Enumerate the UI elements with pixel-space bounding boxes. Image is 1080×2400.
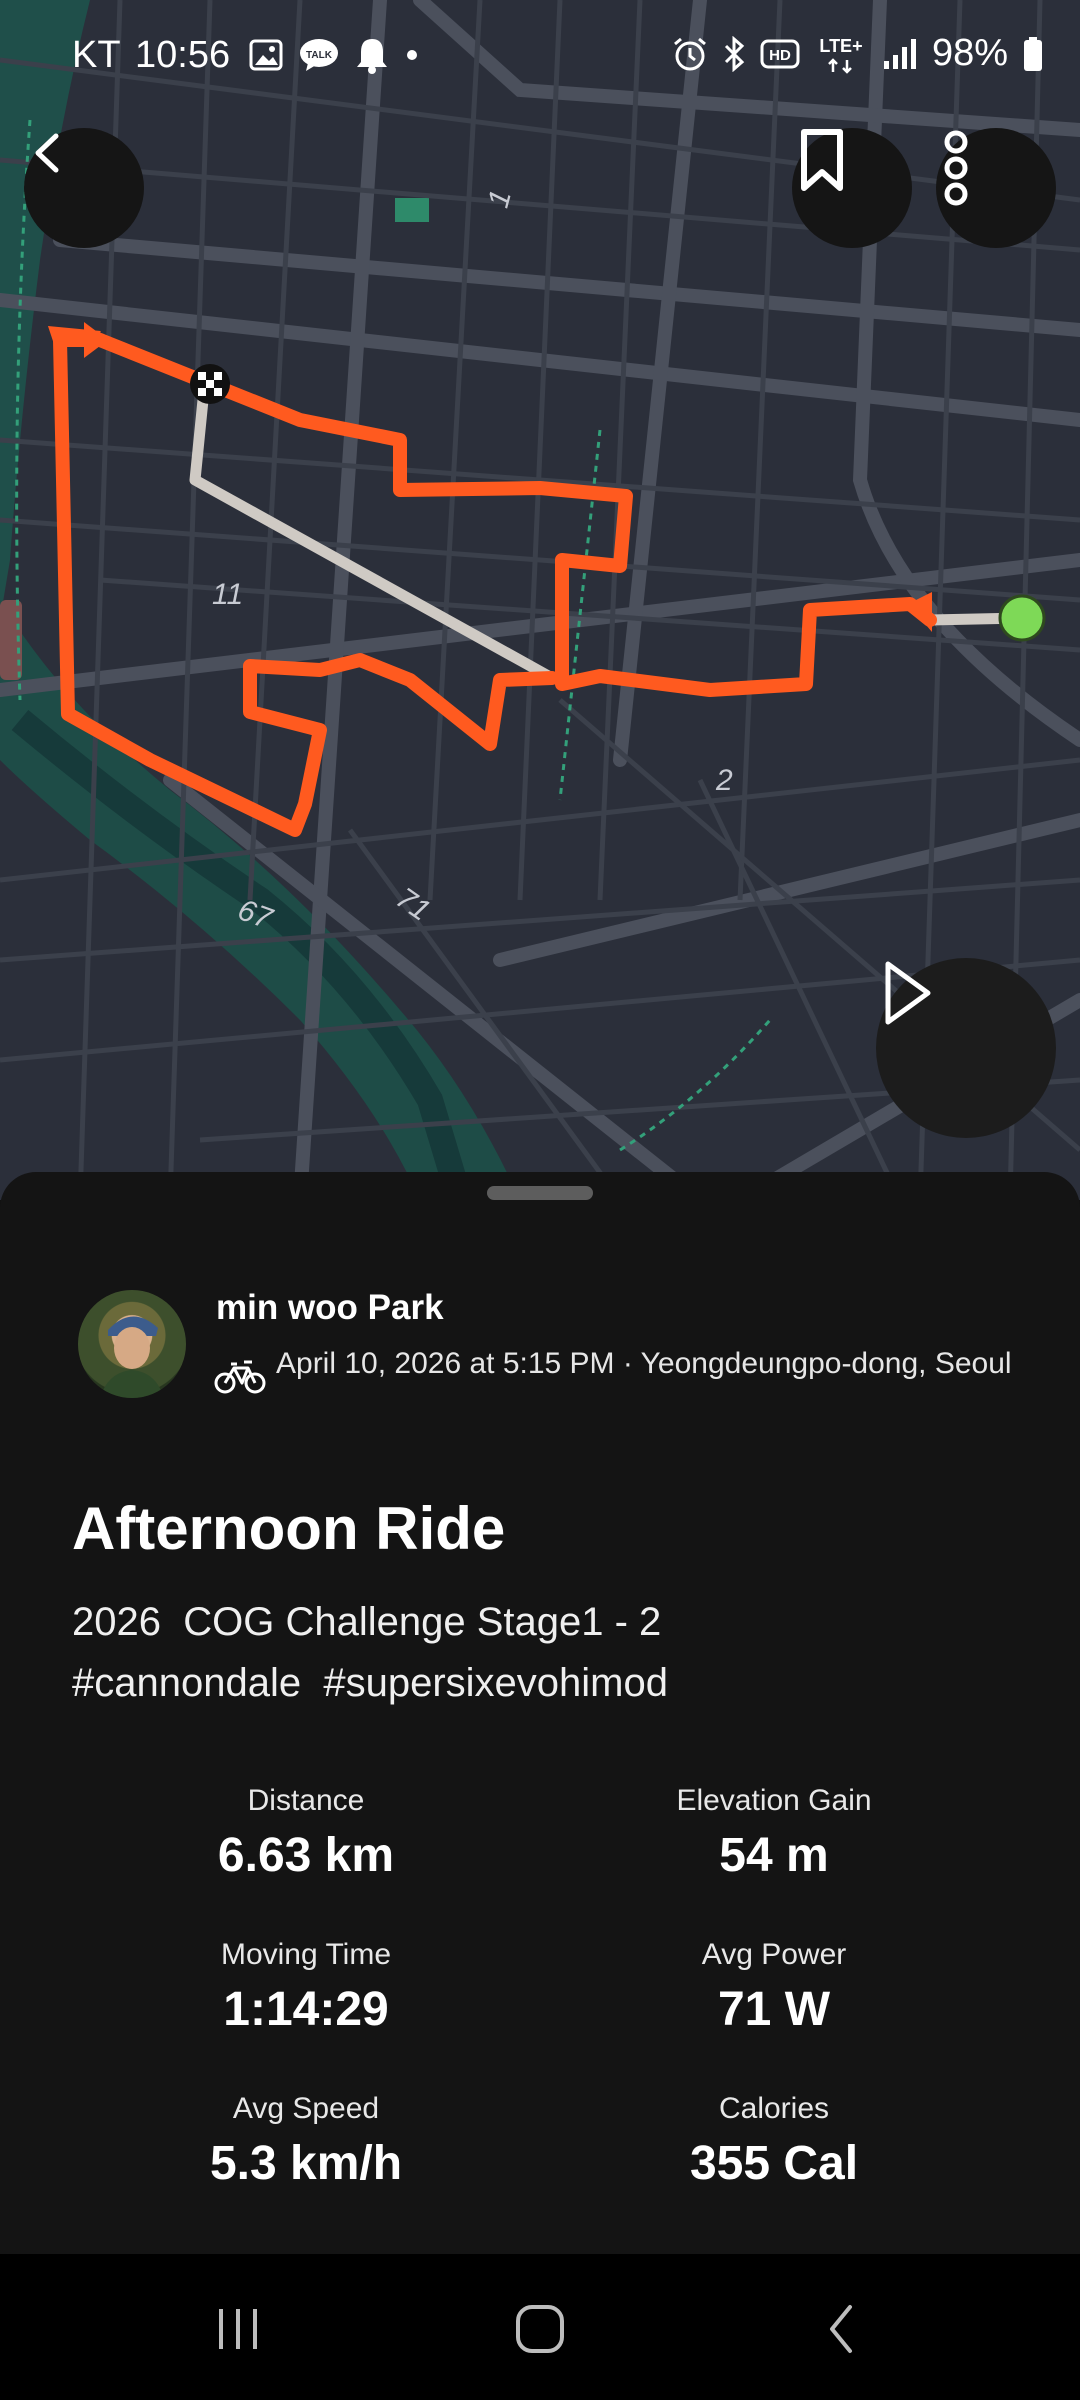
avatar-photo [100, 1316, 164, 1398]
stat-value: 355 Cal [689, 2137, 859, 2190]
back-icon [35, 133, 59, 173]
bookmark-icon [801, 129, 843, 191]
stat-elevation-gain: Elevation Gain 54 m [540, 1784, 1008, 1883]
activity-meta: April 10, 2026 at 5:15 PM · Yeongdeungpo… [276, 1347, 1012, 1380]
recent-apps-button[interactable] [178, 2294, 298, 2364]
stat-value: 54 m [719, 1829, 829, 1882]
back-nav-button[interactable] [782, 2294, 902, 2364]
stat-avg-power: Avg Power 71 W [540, 1938, 1008, 2037]
status-bar: KT 10:56 TALK HD LTE+ 98% [0, 0, 1080, 110]
stat-calories: Calories 355 Cal [540, 2092, 1008, 2191]
activity-description: 2026 COG Challenge Stage1 - 2 #cannondal… [72, 1592, 1032, 1714]
talk-icon: TALK [300, 39, 338, 71]
more-vertical-icon [944, 130, 968, 206]
street-label: 2 [716, 764, 733, 797]
stat-value: 1:14:29 [223, 1983, 389, 2036]
lte-icon: LTE+ [819, 36, 863, 74]
play-flyover-button[interactable] [876, 958, 1056, 1138]
bell-icon [357, 39, 387, 74]
system-nav-bar [0, 2254, 1080, 2400]
bicycle-icon [214, 1360, 266, 1394]
battery-icon [1024, 36, 1042, 71]
activity-title: Afternoon Ride [72, 1495, 506, 1562]
stat-value: 6.63 km [217, 1829, 395, 1882]
drag-handle[interactable] [487, 1186, 593, 1200]
back-button[interactable] [24, 128, 144, 248]
recent-apps-icon [219, 2309, 257, 2349]
stat-moving-time: Moving Time 1:14:29 [72, 1938, 540, 2037]
hd-badge: HD [769, 47, 791, 64]
stat-label: Calories [718, 2092, 830, 2125]
stat-distance: Distance 6.63 km [72, 1784, 540, 1883]
activity-sheet[interactable]: min woo Park April 10, 2026 at 5:15 PM ·… [0, 1172, 1080, 2254]
finish-marker [190, 364, 230, 404]
home-icon [516, 2305, 564, 2353]
more-options-button[interactable] [936, 128, 1056, 248]
dot-icon [407, 50, 417, 60]
bookmark-button[interactable] [792, 128, 912, 248]
talk-badge: TALK [306, 50, 333, 61]
battery-percent: 98% [931, 32, 1008, 74]
stat-avg-speed: Avg Speed 5.3 km/h [72, 2092, 540, 2191]
avatar[interactable] [78, 1290, 186, 1398]
description-hashtags[interactable]: #cannondale #supersixevohimod [72, 1653, 1032, 1714]
carrier-label: KT [72, 34, 121, 76]
bluetooth-icon [724, 35, 745, 72]
athlete-name[interactable]: min woo Park [216, 1288, 444, 1328]
stat-label: Distance [247, 1784, 365, 1817]
gallery-icon [249, 39, 283, 71]
lte-badge: LTE+ [819, 36, 862, 56]
route-map[interactable]: 1 11 2 67 71 [0, 0, 1080, 1200]
home-button[interactable] [480, 2294, 600, 2364]
clock: 10:56 [135, 34, 231, 76]
back-nav-icon [830, 2305, 852, 2353]
stat-value: 71 W [717, 1983, 831, 2036]
description-line: 2026 COG Challenge Stage1 - 2 [72, 1600, 662, 1644]
end-marker [998, 594, 1046, 642]
stat-label: Moving Time [220, 1938, 392, 1971]
hd-icon: HD [760, 39, 800, 68]
stat-label: Avg Speed [232, 2092, 380, 2125]
stat-label: Elevation Gain [676, 1784, 872, 1817]
stat-label: Avg Power [701, 1938, 847, 1971]
street-label: 11 [212, 578, 244, 611]
alarm-icon [673, 37, 706, 70]
stat-value: 5.3 km/h [209, 2137, 403, 2190]
signal-icon [883, 38, 916, 69]
play-icon [885, 961, 931, 1025]
